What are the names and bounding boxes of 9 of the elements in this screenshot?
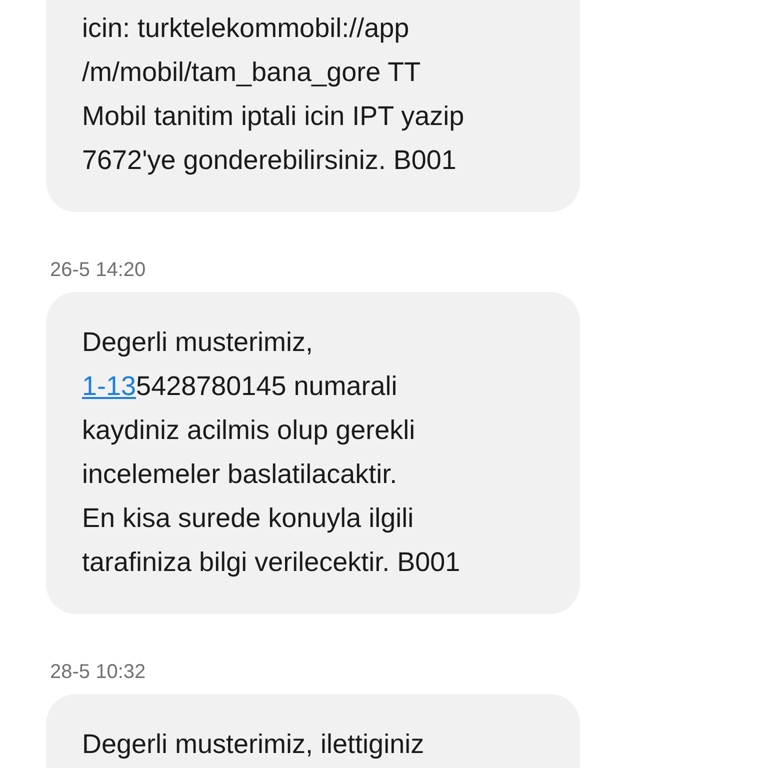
message-text: icin: turktelekommobil://app /m/mobil/tam_bana_gore TT Mobil tanitim iptali icin IPT yazip 7672'ye gonderebilirsiniz. B001 <box>82 12 466 177</box>
message-text: Degerli musterimiz, ilettiginiz <box>82 728 426 761</box>
message-timestamp: 28-5 10:32 <box>50 660 146 684</box>
message-text: Degerli musterimiz, 1-135428780145 numarali kaydiniz acilmis olup gerekli incelemeler baslatilacaktir. En kisa surede konuyla ilgili tarafiniza bilgi verilecektir. B001 <box>82 326 462 579</box>
message-bubble[interactable]: Degerli musterimiz, ilettiginiz <box>46 694 580 768</box>
message-bubble[interactable]: icin: turktelekommobil://app /m/mobil/tam_bana_gore TT Mobil tanitim iptali icin IPT yazip 7672'ye gonderebilirsiniz. B001 <box>46 0 580 212</box>
message-timestamp: 26-5 14:20 <box>50 258 146 282</box>
number-link[interactable]: 1-13 <box>82 371 136 401</box>
message-bubble[interactable]: Degerli musterimiz, 1-135428780145 numarali kaydiniz acilmis olup gerekli incelemeler baslatilacaktir. En kisa surede konuyla ilgili tarafiniza bilgi verilecektir. B001 <box>46 292 580 614</box>
